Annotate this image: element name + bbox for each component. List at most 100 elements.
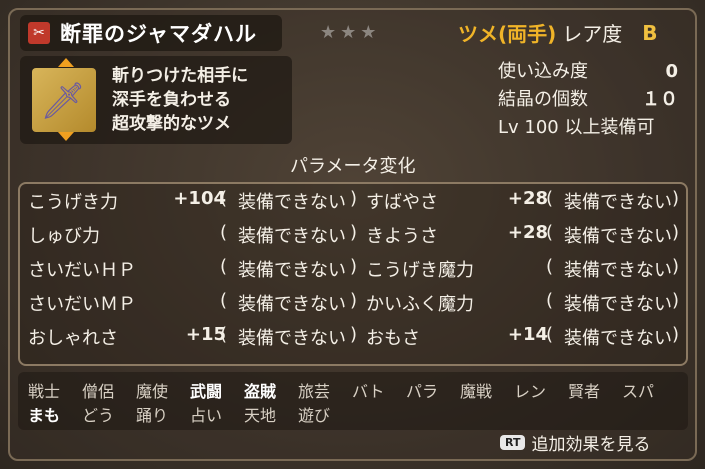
param-value: +104	[173, 188, 226, 209]
stat-label: Lv 100 以上装備可	[498, 117, 655, 138]
rt-button-icon: RT	[500, 435, 526, 450]
paren-close: )	[350, 324, 358, 345]
job-label: 遊び	[298, 406, 331, 425]
param-name: さいだいＨＰ	[28, 260, 136, 281]
equip-status: 装備できない	[564, 328, 672, 349]
job-label: 僧侶	[82, 382, 115, 401]
equip-status: 装備できない	[564, 192, 672, 213]
param-name: おしゃれさ	[28, 328, 118, 349]
job-label: バト	[352, 382, 385, 401]
paren-open: (	[546, 222, 554, 243]
item-image: 🗡	[32, 68, 96, 132]
paren-close: )	[672, 290, 680, 311]
stat-value: 0	[665, 61, 678, 82]
paren-open: (	[546, 290, 554, 311]
item-type-row: ツメ(両手) レア度 B	[458, 18, 658, 47]
item-description-box: 🗡 斬りつけた相手に 深手を負わせる 超攻撃的なツメ	[20, 56, 292, 144]
paren-open: (	[220, 324, 228, 345]
equip-status: 装備できない	[238, 226, 346, 247]
param-name: しゅび力	[28, 226, 100, 247]
equip-status: 装備できない	[564, 226, 672, 247]
paren-open: (	[220, 290, 228, 311]
param-name: きようさ	[366, 226, 438, 247]
param-name: さいだいＭＰ	[28, 294, 136, 315]
equip-status: 装備できない	[564, 260, 672, 281]
item-stars: ★★★	[320, 22, 381, 43]
item-stats: 使い込み度 0 結晶の個数 １０ Lv 100 以上装備可	[498, 58, 678, 142]
paren-close: )	[350, 290, 358, 311]
param-value: +14	[507, 324, 548, 345]
item-type: ツメ(両手)	[458, 22, 557, 46]
arrow-up-icon[interactable]	[58, 58, 74, 67]
job-label: 旅芸	[298, 382, 331, 401]
equip-status: 装備できない	[564, 294, 672, 315]
additional-effects-button[interactable]: RT 追加効果を見る	[500, 430, 650, 455]
equip-status: 装備できない	[238, 260, 346, 281]
claw-weapon-icon: ✂	[28, 22, 50, 44]
job-row: まも どう 踊り 占い 天地 遊び	[28, 402, 352, 426]
job-label: 武闘	[190, 382, 223, 401]
param-value: +28	[507, 188, 548, 209]
description-line: 超攻撃的なツメ	[112, 114, 231, 134]
paren-close: )	[672, 256, 680, 277]
job-label: レン	[514, 382, 547, 401]
job-label: 踊り	[136, 406, 169, 425]
paren-open: (	[546, 188, 554, 209]
stat-label: 結晶の個数	[498, 89, 588, 110]
job-list: 戦士 僧侶 魔使 武闘 盗賊 旅芸 バト パラ 魔戦 レン 賢者 スパまも どう 踊り 占い 天地 遊び	[18, 372, 688, 430]
param-name: おもさ	[366, 328, 420, 349]
paren-close: )	[672, 222, 680, 243]
job-label: まも	[28, 406, 61, 425]
param-name: こうげき魔力	[366, 260, 474, 281]
paren-open: (	[220, 188, 228, 209]
paren-open: (	[546, 324, 554, 345]
description-line: 斬りつけた相手に	[112, 66, 249, 86]
stat-value: １０	[642, 89, 678, 110]
additional-effects-label: 追加効果を見る	[531, 435, 651, 455]
paren-open: (	[220, 222, 228, 243]
rarity-label: レア度	[562, 22, 623, 46]
param-row: こうげき力 +104(装備できない) すばやさ +28(装備できない)	[20, 188, 690, 218]
item-name: 断罪のジャマダハル	[60, 22, 257, 46]
rarity-grade: B	[642, 20, 658, 45]
job-label: 盗賊	[244, 382, 277, 401]
paren-close: )	[350, 188, 358, 209]
job-label: どう	[82, 406, 115, 425]
param-section-title: パラメータ変化	[290, 156, 416, 177]
paren-close: )	[350, 256, 358, 277]
item-description: 斬りつけた相手に 深手を負わせる 超攻撃的なツメ	[112, 64, 248, 136]
job-label: 魔戦	[460, 382, 493, 401]
paren-close: )	[672, 188, 680, 209]
param-name: すばやさ	[366, 192, 438, 213]
job-label: 戦士	[28, 382, 61, 401]
job-label: 天地	[244, 406, 277, 425]
job-row: 戦士 僧侶 魔使 武闘 盗賊 旅芸 バト パラ 魔戦 レン 賢者 スパ	[28, 378, 676, 402]
description-line: 深手を負わせる	[112, 90, 231, 110]
claw-icon: 🗡	[40, 81, 86, 122]
param-table: こうげき力 +104(装備できない) すばやさ +28(装備できない) しゅび力(装備で…	[18, 182, 688, 366]
param-row: さいだいＭＰ ( 装備できない) かいふく魔力 ( 装備できない)	[20, 290, 690, 320]
stat-row: 使い込み度 0	[498, 58, 678, 86]
param-row: おしゃれさ +15(装備できない) おもさ +14(装備できない)	[20, 324, 690, 354]
job-label: パラ	[406, 382, 439, 401]
arrow-down-icon[interactable]	[58, 132, 74, 141]
job-label: 賢者	[568, 382, 601, 401]
param-value: +28	[507, 222, 548, 243]
equip-status: 装備できない	[238, 192, 346, 213]
param-name: こうげき力	[28, 192, 118, 213]
stat-row: 結晶の個数 １０	[498, 86, 678, 114]
job-label: 占い	[190, 406, 223, 425]
job-label: 魔使	[136, 382, 169, 401]
param-row: さいだいＨＰ ( 装備できない) こうげき魔力 ( 装備できない)	[20, 256, 690, 286]
param-value: +15	[185, 324, 226, 345]
item-title-bar: ✂ 断罪のジャマダハル	[20, 15, 282, 51]
paren-open: (	[546, 256, 554, 277]
param-row: しゅび力(装備できない) きようさ +28(装備できない)	[20, 222, 690, 252]
equip-status: 装備できない	[238, 294, 346, 315]
equip-status: 装備できない	[238, 328, 346, 349]
job-label: スパ	[622, 382, 655, 401]
param-name: かいふく魔力	[366, 294, 474, 315]
paren-open: (	[220, 256, 228, 277]
stat-row: Lv 100 以上装備可	[498, 114, 678, 142]
paren-close: )	[350, 222, 358, 243]
